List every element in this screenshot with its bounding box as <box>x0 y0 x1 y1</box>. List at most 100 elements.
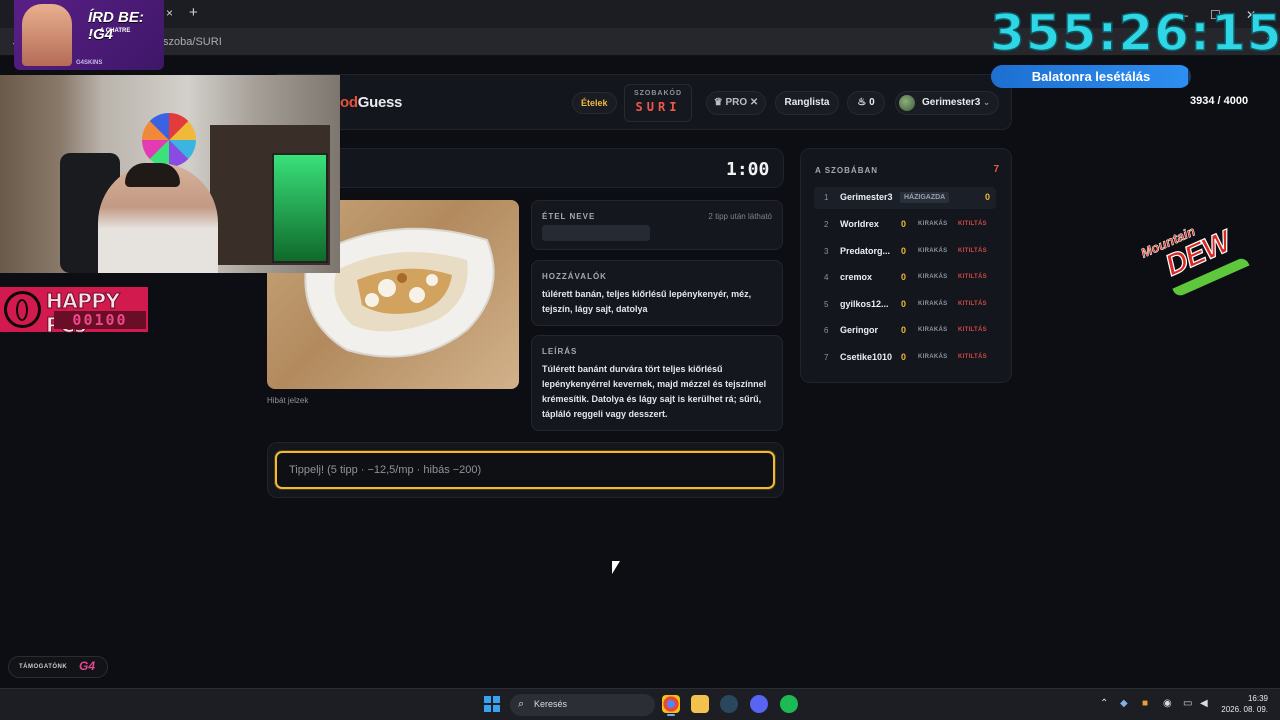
kick-button[interactable]: KIRAKÁS <box>918 248 947 254</box>
discord-icon[interactable] <box>750 695 768 713</box>
start-tile <box>484 705 491 712</box>
avatar <box>899 95 915 111</box>
ban-button[interactable]: KITILTÁS <box>958 301 987 307</box>
tray-chevron-icon[interactable]: ⌃ <box>1100 698 1108 709</box>
coins-badge[interactable]: ♨ 0 <box>847 91 885 115</box>
player-rank: 2 <box>824 220 829 229</box>
url-text[interactable]: /szoba/SURI <box>160 36 222 48</box>
ban-button[interactable]: KITILTÁS <box>958 354 987 360</box>
ingredients-card: HOZZÁVALÓK túlérett banán, teljes kiőrlé… <box>531 260 783 326</box>
streamer-hair <box>125 163 180 187</box>
search-icon: ⌕ <box>518 698 525 710</box>
kick-button[interactable]: KIRAKÁS <box>918 221 947 227</box>
chrome-icon[interactable] <box>662 695 680 713</box>
player-name: gyilkos12... <box>840 299 889 309</box>
network-icon[interactable]: ▭ <box>1183 698 1192 709</box>
ban-button[interactable]: KITILTÁS <box>958 274 987 280</box>
ban-button[interactable]: KITILTÁS <box>958 327 987 333</box>
player-row: 7 Csetike1010 0 KIRAKÁS KITILTÁS <box>814 347 996 369</box>
new-tab-button[interactable]: + <box>189 4 198 21</box>
clock-time: 16:39 <box>1247 694 1268 703</box>
goal-count: 3934 / 4000 <box>1190 95 1249 107</box>
kick-button[interactable]: KIRAKÁS <box>918 274 947 280</box>
happy-pcs-logo-icon <box>4 291 41 328</box>
windows-start-icon[interactable] <box>484 696 500 712</box>
sponsor-badge: TÁMOGATÓNK G4 <box>8 656 108 678</box>
ad-brand: G4SKINS <box>76 60 103 66</box>
player-score: 0 <box>901 352 907 362</box>
tray-discord-icon[interactable]: ◉ <box>1163 698 1172 709</box>
active-app-indicator <box>667 714 675 716</box>
room-code-label: SZOBAKÓD <box>633 90 683 97</box>
taskbar-search[interactable]: ⌕ Keresés <box>510 694 655 716</box>
clock-date: 2026. 08. 09. <box>1221 705 1268 714</box>
mountain-dew-logo: Mountain DEW <box>1133 198 1271 316</box>
report-error-link[interactable]: Hibát jelzek <box>267 396 308 405</box>
subathon-timer: 355:26:15 <box>989 3 1280 63</box>
goal-progress-bar: Balatonra lesétálás <box>991 65 1191 88</box>
start-tile <box>493 696 500 703</box>
ban-button[interactable]: KITILTÁS <box>958 221 987 227</box>
player-score: 0 <box>901 246 907 256</box>
player-rank: 5 <box>824 300 829 309</box>
ingredients-title: HOZZÁVALÓK <box>542 272 607 281</box>
sponsor-label: TÁMOGATÓNK <box>19 664 68 670</box>
player-rank: 7 <box>824 353 829 362</box>
player-rank: 6 <box>824 326 829 335</box>
player-row: 5 gyilkos12... 0 KIRAKÁS KITILTÁS <box>814 294 996 316</box>
player-score: 0 <box>985 192 991 202</box>
player-row: 3 Predatorg... 0 KIRAKÁS KITILTÁS <box>814 241 996 263</box>
round-timer: 1:00 <box>726 159 770 180</box>
player-score: 0 <box>901 219 907 229</box>
spotify-icon[interactable] <box>780 695 798 713</box>
volume-icon[interactable]: ◀ <box>1200 698 1208 709</box>
tray-steam-icon[interactable]: ◆ <box>1120 698 1128 709</box>
steam-icon[interactable] <box>720 695 738 713</box>
players-title: A SZOBÁBAN <box>815 166 879 175</box>
webcam-overlay <box>0 75 340 273</box>
player-rank: 3 <box>824 247 829 256</box>
player-name: Geringor <box>840 325 879 335</box>
app-logo[interactable]: odGuess <box>340 94 402 111</box>
ad-character <box>22 4 72 66</box>
start-tile <box>484 696 491 703</box>
player-rank: 4 <box>824 273 829 282</box>
cam-pc <box>272 153 328 263</box>
tray-app-icon[interactable]: ■ <box>1142 698 1148 709</box>
kick-button[interactable]: KIRAKÁS <box>918 327 947 333</box>
goal-label: Balatonra lesétálás <box>1031 69 1151 84</box>
player-name: cremox <box>840 272 873 282</box>
room-code-box[interactable]: SZOBAKÓD SURI <box>624 84 692 122</box>
user-menu-button[interactable]: Gerimester3 ⌄ <box>895 91 999 115</box>
folder-icon[interactable] <box>691 695 709 713</box>
ban-button[interactable]: KITILTÁS <box>958 248 987 254</box>
kick-button[interactable]: KIRAKÁS <box>918 301 947 307</box>
hidden-name-placeholder <box>542 225 650 241</box>
player-name: Gerimester3 <box>840 192 893 202</box>
sponsor-ad-banner: ÍRD BE: !G4 A CHATRE G4SKINS <box>14 0 164 70</box>
player-name: Worldrex <box>840 219 879 229</box>
timer-panel <box>270 148 784 188</box>
ad-title: ÍRD BE: !G4 <box>88 9 144 43</box>
player-row: 4 cremox 0 KIRAKÁS KITILTÁS <box>814 267 996 289</box>
taskbar-clock[interactable]: 16:39 2026. 08. 09. <box>1218 693 1268 715</box>
room-code-value: SURI <box>635 100 681 114</box>
ad-subtitle: A CHATRE <box>100 28 131 34</box>
pro-button[interactable]: ♛ PRO ✕ <box>706 91 766 115</box>
player-row: 1 Gerimester3 HÁZIGAZDA 0 <box>814 187 996 209</box>
player-score: 0 <box>901 299 907 309</box>
leaderboard-button[interactable]: Ranglista <box>775 91 839 115</box>
chevron-down-icon: ⌄ <box>983 98 990 107</box>
sponsor-logo: G4 <box>79 659 96 673</box>
player-score: 0 <box>901 272 907 282</box>
player-row: 2 Worldrex 0 KIRAKÁS KITILTÁS <box>814 214 996 236</box>
search-label: Keresés <box>534 699 568 709</box>
logo-accent: od <box>340 94 358 111</box>
dish-name-card: ÉTEL NEVE 2 tipp után látható <box>531 200 783 250</box>
player-name: Csetike1010 <box>840 352 893 362</box>
guess-input[interactable] <box>275 451 775 489</box>
kick-button[interactable]: KIRAKÁS <box>918 354 947 360</box>
foods-button[interactable]: Ételek <box>572 92 617 114</box>
player-name: Predatorg... <box>840 246 891 256</box>
tab-close-icon[interactable]: × <box>166 6 173 20</box>
